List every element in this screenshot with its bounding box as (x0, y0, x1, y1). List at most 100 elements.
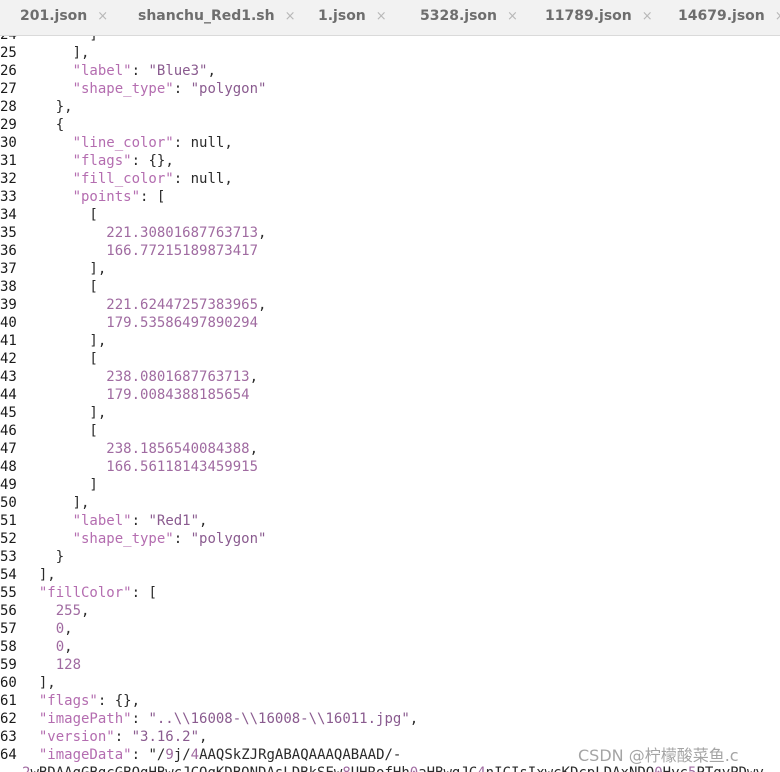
line-text: [ (22, 423, 98, 439)
code-line: 43 238.0801687763713, (0, 368, 780, 386)
close-icon[interactable]: × (376, 0, 387, 33)
line-number: 30 (0, 135, 17, 151)
line-text: ] (22, 36, 97, 43)
line-number: 33 (0, 189, 17, 205)
code-line: 48 166.56118143459915 (0, 458, 780, 476)
line-text: "points": [ (72, 189, 166, 205)
tab-5[interactable]: 11789.json × (545, 0, 653, 35)
line-number: 58 (0, 639, 17, 655)
code-line: 30 "line_color": null, (0, 134, 780, 152)
code-line: 50 ], (0, 494, 780, 512)
line-text: ] (22, 477, 98, 493)
line-number: 53 (0, 549, 17, 565)
close-icon[interactable]: × (97, 0, 108, 33)
line-text: "label": "Blue3", (72, 63, 216, 79)
line-number: 49 (0, 477, 17, 493)
line-text: 221.62447257383965, (106, 297, 267, 313)
code-line: 36 166.77215189873417 (0, 242, 780, 260)
code-line: 56 255, (0, 602, 780, 620)
code-line: 47 238.1856540084388, (0, 440, 780, 458)
code-line: 34 [ (0, 206, 780, 224)
line-number: 51 (0, 513, 17, 529)
line-text: 166.56118143459915 (106, 459, 259, 475)
line-text: [ (22, 207, 98, 223)
code-line: 61 "flags": {}, (0, 692, 780, 710)
line-text: 221.30801687763713, (106, 225, 267, 241)
line-number: 41 (0, 333, 17, 349)
close-icon[interactable]: × (285, 0, 296, 33)
line-text: "imagePath": "..\\16008-\\16008-\\16011.… (38, 711, 419, 727)
code-line: 29 { (0, 116, 780, 134)
line-text: "flags": {}, (72, 153, 174, 169)
code-line: 42 [ (0, 350, 780, 368)
line-number: 24 (0, 36, 22, 44)
line-number: 27 (0, 81, 17, 97)
line-text: "shape_type": "polygon" (72, 81, 267, 97)
line-number: 50 (0, 495, 17, 511)
code-line: 27 "shape_type": "polygon" (0, 80, 780, 98)
line-text: ], (22, 495, 90, 511)
line-number: 43 (0, 369, 17, 385)
tab-label: 11789.json (545, 8, 632, 24)
line-number: 35 (0, 225, 17, 241)
tab-2[interactable]: shanchu_Red1.sh × (138, 0, 296, 35)
tab-1[interactable]: 201.json × (20, 0, 108, 35)
line-number: 37 (0, 261, 17, 277)
line-text: 128 (55, 657, 82, 673)
code-line: 24 ] (0, 36, 780, 44)
line-number: 34 (0, 207, 17, 223)
line-text: } (22, 549, 65, 565)
tab-4[interactable]: 5328.json × (420, 0, 518, 35)
tab-6[interactable]: 14679.json × (678, 0, 780, 35)
line-text: { (22, 117, 65, 133)
line-text: "imageData": "/9j/4AAQSkZJRgABAQAAAQABAA… (38, 747, 402, 763)
close-icon[interactable]: × (775, 0, 780, 33)
code-line: 32 "fill_color": null, (0, 170, 780, 188)
line-number: 57 (0, 621, 17, 637)
line-text: 166.77215189873417 (106, 243, 259, 259)
close-icon[interactable]: × (507, 0, 518, 33)
line-number: 48 (0, 459, 17, 475)
code-line: 52 "shape_type": "polygon" (0, 530, 780, 548)
line-text: "label": "Red1", (72, 513, 208, 529)
line-number: 36 (0, 243, 17, 259)
line-number: 64 (0, 747, 17, 763)
line-text: }, (22, 99, 73, 115)
line-text: 238.1856540084388, (106, 441, 259, 457)
line-text: 0, (55, 639, 73, 655)
code-line: 38 [ (0, 278, 780, 296)
code-line: 45 ], (0, 404, 780, 422)
close-icon[interactable]: × (642, 0, 653, 33)
line-number: 46 (0, 423, 17, 439)
line-text: ], (22, 261, 107, 277)
tab-label: 201.json (20, 8, 88, 24)
line-text: ], (22, 45, 90, 61)
tab-label: shanchu_Red1.sh (138, 8, 275, 24)
line-number: 39 (0, 297, 17, 313)
line-text: "flags": {}, (38, 693, 141, 709)
code-line: 54 ], (0, 566, 780, 584)
line-number: 28 (0, 99, 17, 115)
code-line: 33 "points": [ (0, 188, 780, 206)
line-text: ], (22, 405, 107, 421)
tab-3[interactable]: 1.json × (318, 0, 387, 35)
line-text: 2wBDAAgGBgcGBQgHBwcJCQgKDBQNDAsLDBkSEw8U… (22, 765, 764, 772)
tab-label: 14679.json (678, 8, 765, 24)
line-text: 179.0084388185654 (106, 387, 250, 403)
code-line: 25 ], (0, 44, 780, 62)
line-number: 47 (0, 441, 17, 457)
line-text: ], (22, 675, 56, 691)
line-text: 179.53586497890294 (106, 315, 259, 331)
tab-bar: 201.json × shanchu_Red1.sh × 1.json × 5328.jso… (0, 0, 780, 36)
line-text: "shape_type": "polygon" (72, 531, 267, 547)
tab-label: 1.json (318, 8, 366, 24)
code-editor[interactable]: 24 ]25 ],26 "label": "Blue3",27 "shape_t… (0, 36, 780, 772)
line-number: 45 (0, 405, 17, 421)
code-line: 49 ] (0, 476, 780, 494)
code-line: 41 ], (0, 332, 780, 350)
line-number: 54 (0, 567, 17, 583)
line-text: 238.0801687763713, (106, 369, 259, 385)
code-line: 35 221.30801687763713, (0, 224, 780, 242)
code-line: 51 "label": "Red1", (0, 512, 780, 530)
tab-label: 5328.json (420, 8, 497, 24)
